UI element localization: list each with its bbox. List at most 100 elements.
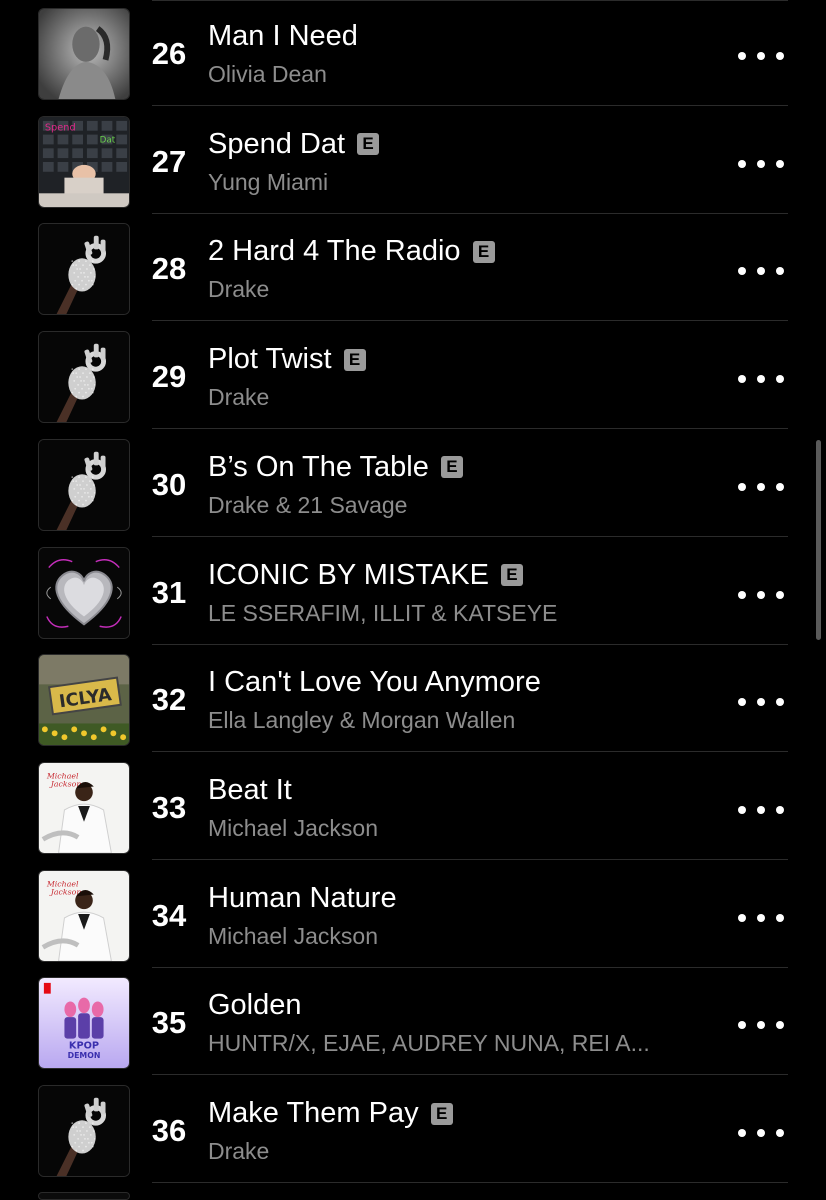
- track-artist: HUNTR/X, EJAE, AUDREY NUNA, REI A...: [208, 1030, 650, 1057]
- thriller-cover[interactable]: Michael Jackson: [38, 761, 130, 854]
- track-row[interactable]: 28 2 Hard 4 The Radio E Drake: [0, 213, 826, 322]
- track-artist: LE SSERAFIM, ILLIT & KATSEYE: [208, 599, 558, 626]
- more-options-icon[interactable]: [738, 585, 784, 605]
- dot: [776, 1021, 784, 1030]
- dot: [738, 590, 746, 599]
- dot: [738, 698, 746, 707]
- track-title-text: Human Nature: [208, 881, 397, 914]
- dot: [757, 52, 765, 60]
- track-title-text: I Can't Love You Anymore: [208, 666, 541, 699]
- yung-miami-cover[interactable]: Spend Dat: [38, 115, 130, 208]
- track-row[interactable]: 31 ICONIC BY MISTAKE E LE SSERAFIM, ILLIT &…: [0, 537, 826, 645]
- track-title-text: 2 Hard 4 The Radio: [208, 235, 461, 268]
- more-options-icon[interactable]: [738, 692, 784, 712]
- more-options-icon[interactable]: [738, 46, 784, 66]
- track-title-text: B’s On The Table: [208, 450, 429, 483]
- explicit-badge: E: [440, 456, 463, 479]
- track-title: I Can't Love You Anymore: [208, 666, 541, 699]
- row-divider: [152, 0, 788, 1]
- svg-text:KPOP: KPOP: [69, 1041, 99, 1052]
- dot: [776, 913, 784, 922]
- dot: [757, 375, 765, 384]
- track-row[interactable]: 26 Man I Need Olivia Dean: [0, 0, 826, 106]
- dot: [776, 482, 784, 491]
- track-artist: Drake & 21 Savage: [208, 491, 408, 518]
- dot: [738, 1129, 746, 1137]
- more-options-icon[interactable]: [738, 261, 784, 281]
- track-artist: Drake: [208, 1138, 270, 1164]
- explicit-badge: E: [343, 348, 366, 371]
- dot: [757, 267, 765, 276]
- track-title-text: Plot Twist: [208, 343, 332, 376]
- track-rank: 34: [151, 897, 187, 933]
- track-artist: Drake: [208, 384, 270, 411]
- track-row[interactable]: Spend Dat 27 Spend Dat E Yung Miami: [0, 106, 826, 214]
- track-title: Make Them Pay E: [208, 1097, 453, 1130]
- track-title-text: Beat It: [208, 773, 292, 806]
- olivia-dean-cover[interactable]: [38, 8, 130, 100]
- dot: [776, 159, 784, 168]
- track-rank: 31: [151, 574, 187, 610]
- iclya-cover[interactable]: ICLYA: [38, 654, 130, 747]
- dot: [776, 267, 784, 276]
- track-title-text: Man I Need: [208, 20, 358, 52]
- track-artist: Yung Miami: [208, 168, 329, 195]
- track-title-text: Make Them Pay: [208, 1097, 419, 1129]
- track-rank: 33: [151, 789, 187, 825]
- track-row[interactable]: 30 B’s On The Table E Drake & 21 Savage: [0, 429, 826, 537]
- track-row[interactable]: 29 Plot Twist E Drake: [0, 321, 826, 430]
- track-title-text: ICONIC BY MISTAKE: [208, 558, 489, 591]
- dot: [738, 482, 746, 491]
- more-options-icon[interactable]: [738, 477, 784, 497]
- track-rank: 26: [151, 36, 187, 71]
- more-options-icon[interactable]: [738, 908, 784, 928]
- track-artist: Michael Jackson: [208, 814, 379, 841]
- dot: [776, 805, 784, 814]
- dot: [757, 1021, 765, 1030]
- drake-hand-cover[interactable]: [38, 331, 130, 424]
- explicit-badge: E: [472, 240, 495, 263]
- track-rank: 35: [151, 1005, 187, 1041]
- dot: [738, 805, 746, 814]
- dot: [776, 52, 784, 60]
- more-options-icon[interactable]: [738, 1123, 784, 1143]
- track-artist: Drake: [208, 276, 270, 303]
- track-row[interactable]: Michael Jackson 33 Beat It Michael Jackson: [0, 752, 826, 860]
- track-row[interactable]: ICLYA 32 I Can't Love You Anymore Ella Lang…: [0, 644, 826, 753]
- track-title: Beat It: [208, 774, 292, 807]
- track-title-text: Golden: [208, 989, 302, 1022]
- track-row[interactable]: KPOP DEMON 35 Golden HUNTR/X, EJAE, AUDREY N…: [0, 967, 826, 1076]
- svg-text:DEMON: DEMON: [68, 1052, 101, 1061]
- more-options-icon[interactable]: [738, 154, 784, 174]
- next-track-artwork[interactable]: [38, 1192, 130, 1200]
- track-title-text: Spend Dat: [208, 127, 346, 160]
- track-artist: Ella Langley & Morgan Wallen: [208, 707, 516, 734]
- scrollbar[interactable]: [816, 440, 821, 640]
- more-options-icon[interactable]: [738, 1015, 784, 1035]
- dot: [776, 1129, 784, 1137]
- drake-hand-cover[interactable]: [38, 223, 130, 316]
- track-rank: 36: [151, 1113, 187, 1148]
- svg-text:Spend: Spend: [45, 122, 76, 133]
- dot: [738, 267, 746, 276]
- svg-text:Jackson: Jackson: [49, 887, 82, 896]
- dot: [738, 1021, 746, 1030]
- track-row[interactable]: 36 Make Them Pay E Drake: [0, 1075, 826, 1183]
- track-title: Plot Twist E: [208, 343, 366, 376]
- drake-hand-cover[interactable]: [38, 1085, 130, 1177]
- more-options-icon[interactable]: [738, 800, 784, 820]
- dot: [738, 913, 746, 922]
- heart-cover[interactable]: [38, 546, 130, 639]
- more-options-icon[interactable]: [738, 369, 784, 389]
- drake-hand-cover[interactable]: [38, 438, 130, 531]
- svg-text:Jackson: Jackson: [49, 779, 82, 788]
- kpop-demon-hunters-cover[interactable]: KPOP DEMON: [38, 977, 130, 1070]
- thriller-cover[interactable]: Michael Jackson: [38, 869, 130, 962]
- dot: [757, 698, 765, 707]
- track-title: Spend Dat E: [208, 127, 380, 161]
- track-row[interactable]: Michael Jackson 34 Human Nature Michael Jack…: [0, 860, 826, 968]
- track-rank: 29: [151, 359, 187, 395]
- dot: [738, 52, 746, 60]
- dot: [757, 1129, 765, 1137]
- explicit-badge: E: [500, 564, 523, 586]
